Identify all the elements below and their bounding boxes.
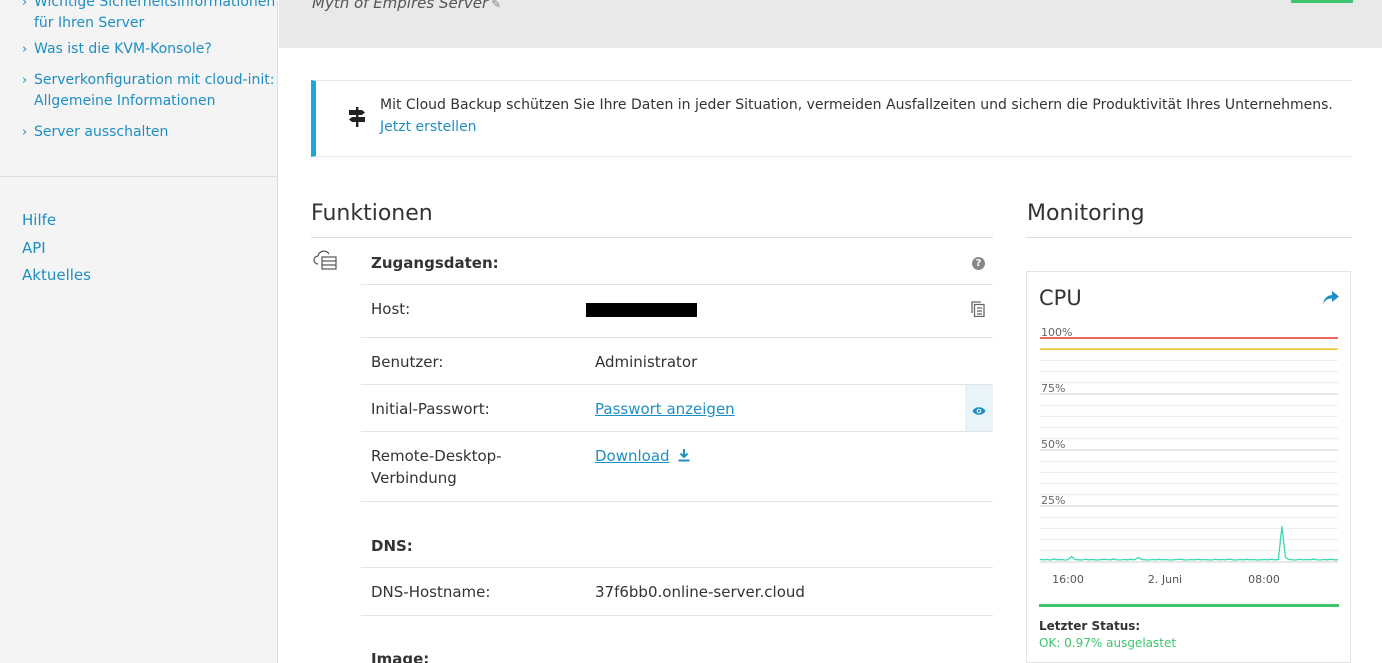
server-name[interactable]: Myth of Empires Server ✎ [312, 0, 501, 12]
cpu-chart: 100% 75% 50% 25% 16:00 2. Juni 08:00 [1039, 326, 1339, 607]
monitoring-title: Monitoring [1027, 201, 1145, 226]
functions-divider [311, 237, 993, 238]
create-backup-link[interactable]: Jetzt erstellen [380, 119, 477, 135]
row-separator [361, 384, 993, 385]
banner-text: Mit Cloud Backup schützen Sie Ihre Daten… [380, 97, 1333, 113]
user-label: Benutzer: [371, 353, 444, 371]
user-value: Administrator [595, 353, 698, 371]
sidebar-link-security-info[interactable]: › Wichtige Sicherheitsinformationen für … [22, 0, 275, 34]
row-separator [361, 567, 993, 568]
share-arrow-icon[interactable] [1323, 290, 1339, 304]
chevron-right-icon: › [22, 42, 28, 57]
chevron-right-icon: › [22, 0, 28, 10]
row-separator [361, 284, 993, 285]
chart-status-bar [1039, 604, 1339, 607]
cloud-server-icon [312, 249, 338, 271]
chart-y-tick-label: 100% [1041, 326, 1072, 339]
chart-y-tick-label: 25% [1041, 494, 1065, 507]
copy-icon[interactable] [971, 301, 985, 318]
host-label: Host: [371, 300, 411, 318]
sidebar-link-api[interactable]: API [22, 239, 46, 257]
chart-y-tick-label: 50% [1041, 438, 1065, 451]
row-separator [361, 337, 993, 338]
monitoring-divider [1026, 237, 1352, 238]
rdp-label: Remote-Desktop- Verbindung [371, 447, 502, 487]
chart-series-line [1039, 526, 1338, 561]
image-heading: Image: [371, 650, 430, 663]
access-data-heading: Zugangsdaten: [371, 254, 499, 272]
download-icon [678, 446, 690, 462]
dns-heading: DNS: [371, 537, 413, 555]
functions-title: Funktionen [311, 201, 433, 226]
sidebar: › Wichtige Sicherheitsinformationen für … [0, 0, 278, 663]
dns-hostname-value: 37f6bb0.online-server.cloud [595, 583, 805, 601]
chevron-right-icon: › [22, 125, 28, 140]
sidebar-link-cloud-init[interactable]: › Serverkonfiguration mit cloud-init: Al… [22, 70, 274, 112]
header-status-bar [1291, 0, 1353, 3]
last-status-value: OK: 0.97% ausgelastet [1039, 636, 1177, 650]
help-icon[interactable]: ? [972, 257, 985, 270]
last-status-label: Letzter Status: [1039, 619, 1141, 633]
show-password-link[interactable]: Passwort anzeigen [595, 398, 735, 420]
cloud-backup-banner: Mit Cloud Backup schützen Sie Ihre Daten… [311, 80, 1352, 157]
sidebar-link-news[interactable]: Aktuelles [22, 266, 91, 284]
chart-x-tick-label: 08:00 [1248, 573, 1280, 586]
row-separator [361, 615, 993, 616]
chevron-right-icon: › [22, 73, 28, 88]
server-header: Myth of Empires Server ✎ [279, 0, 1382, 48]
show-password-button[interactable] [965, 385, 993, 431]
chart-x-tick-label: 2. Juni [1148, 573, 1182, 586]
row-separator [361, 501, 993, 502]
sidebar-link-kvm-console[interactable]: › Was ist die KVM-Konsole? [22, 39, 212, 60]
password-label: Initial-Passwort: [371, 400, 490, 418]
rdp-download-link[interactable]: Download [595, 445, 690, 467]
sidebar-divider [0, 176, 277, 177]
row-separator [361, 431, 993, 432]
chart-y-tick-label: 75% [1041, 382, 1065, 395]
eye-icon [972, 402, 986, 415]
pencil-icon[interactable]: ✎ [491, 0, 501, 11]
sidebar-link-shutdown-server[interactable]: › Server ausschalten [22, 122, 168, 143]
sidebar-link-help[interactable]: Hilfe [22, 211, 56, 229]
host-value-redacted [586, 303, 697, 317]
cpu-card-title: CPU [1039, 286, 1082, 310]
chart-x-tick-label: 16:00 [1052, 573, 1084, 586]
signpost-icon [348, 107, 366, 132]
dns-hostname-label: DNS-Hostname: [371, 583, 491, 601]
